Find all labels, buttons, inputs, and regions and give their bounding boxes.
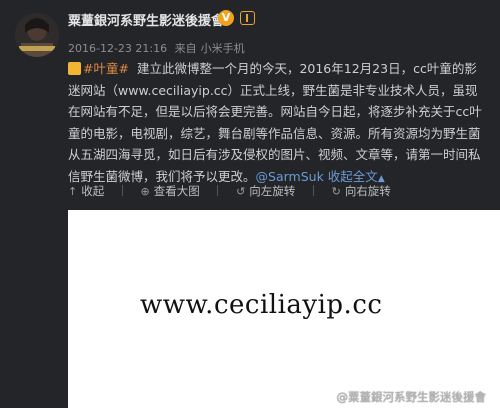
- mention-link[interactable]: @SarmSuk: [256, 169, 324, 184]
- toolbar-divider: [312, 184, 314, 196]
- post-source-prefix: 来自: [174, 42, 197, 55]
- post-text: 建立此微博整一个月的今天，2016年12月23日，cc叶童的影迷网站（www.c…: [68, 61, 482, 184]
- rotate-right-icon: ↻: [331, 184, 341, 198]
- post-timestamp[interactable]: 2016-12-23 21:16: [68, 42, 167, 55]
- topic-link[interactable]: #叶童#: [83, 61, 129, 76]
- toolbar-divider: [217, 184, 219, 196]
- avatar-image: [15, 13, 59, 57]
- rotate-right-label: 向右旋转: [344, 184, 391, 198]
- post-image[interactable]: www.ceciliayip.cc: [68, 210, 500, 408]
- collapse-label: 收起: [81, 184, 105, 198]
- image-watermark: @粟蕫銀河系野生影迷後援會: [336, 390, 487, 404]
- collapse-button[interactable]: ↑ 收起: [68, 183, 104, 199]
- chevron-up-icon: ▲: [377, 173, 385, 184]
- username[interactable]: 粟蕫銀河系野生影迷後援會: [68, 10, 224, 29]
- topic-icon: [68, 62, 81, 75]
- rotate-left-label: 向左旋转: [249, 184, 296, 198]
- magnify-icon: ⊕: [140, 184, 150, 198]
- toolbar-divider: [121, 184, 123, 196]
- view-large-button[interactable]: ⊕ 查看大图: [141, 183, 200, 199]
- collapse-icon: ↑: [68, 184, 78, 198]
- rotate-left-button[interactable]: ↺ 向左旋转: [236, 183, 295, 199]
- rotate-right-button[interactable]: ↻ 向右旋转: [332, 183, 391, 199]
- post-meta: 2016-12-23 21:16 来自 小米手机: [68, 40, 249, 56]
- post-body: #叶童# 建立此微博整一个月的今天，2016年12月23日，cc叶童的影迷网站（w…: [68, 58, 488, 190]
- fold-text-link[interactable]: 收起全文: [328, 169, 378, 184]
- member-gift-icon: [240, 11, 255, 25]
- view-large-label: 查看大图: [153, 184, 200, 198]
- rotate-left-icon: ↺: [236, 184, 246, 198]
- image-toolbar: ↑ 收起 ⊕ 查看大图 ↺ 向左旋转 ↻ 向右旋转: [68, 183, 405, 201]
- image-url-text: www.ceciliayip.cc: [140, 290, 383, 320]
- avatar[interactable]: [15, 13, 59, 57]
- post-source-device[interactable]: 小米手机: [201, 42, 245, 55]
- verified-icon: V: [218, 10, 234, 26]
